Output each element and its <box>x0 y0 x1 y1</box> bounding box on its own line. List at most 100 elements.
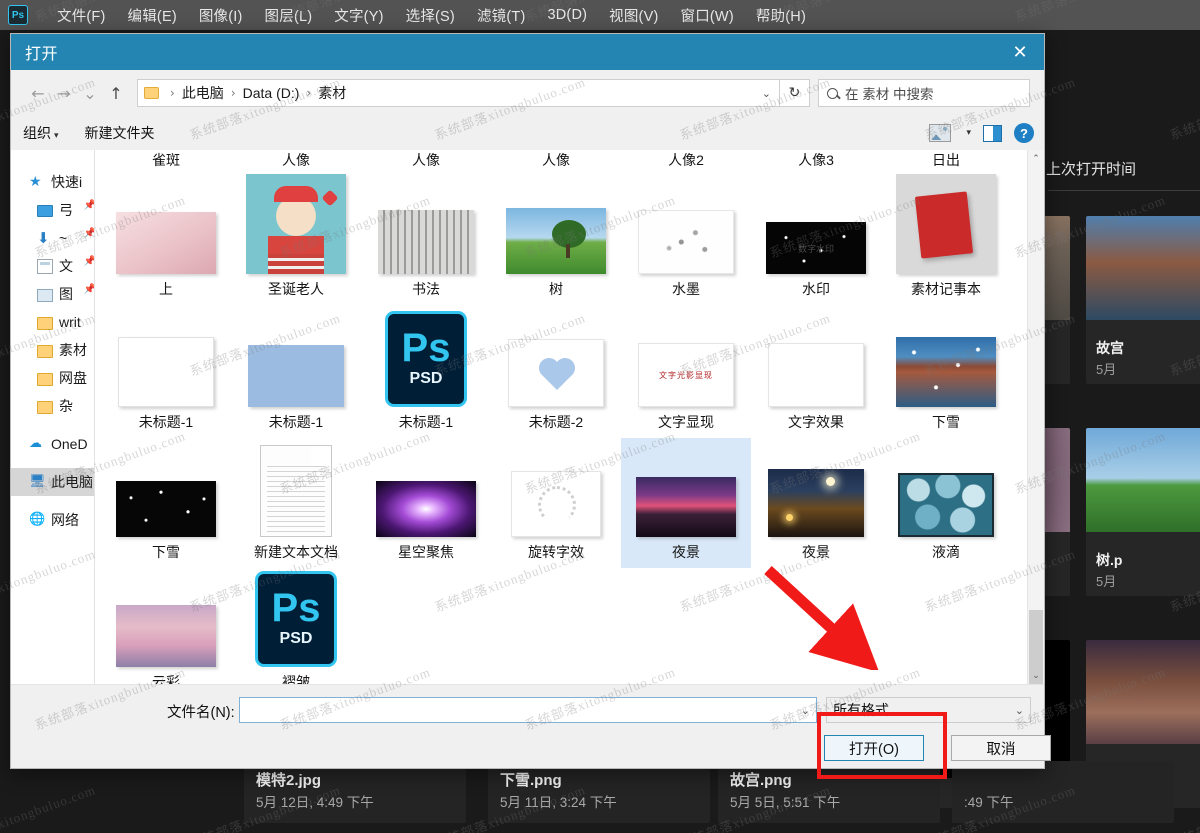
menu-item-layer[interactable]: 图层(L) <box>254 5 324 26</box>
file-thumbnail-wrap: 文字光影显现 <box>621 343 751 407</box>
menu-item-window[interactable]: 窗口(W) <box>670 5 745 26</box>
chevron-down-icon[interactable]: ▾ <box>966 128 971 138</box>
file-item-selected[interactable]: 夜景 <box>621 438 751 568</box>
up-icon[interactable]: ↑ <box>103 80 129 106</box>
sidebar-item-this-pc[interactable]: 🖥 此电脑 <box>11 468 94 496</box>
history-dropdown-icon[interactable]: ⌄ <box>77 80 103 106</box>
menu-item-3d[interactable]: 3D(D) <box>536 7 598 23</box>
new-folder-button[interactable]: 新建文件夹 <box>85 123 155 143</box>
back-icon[interactable]: ← <box>25 80 51 106</box>
file-item[interactable]: 文字效果 <box>751 305 881 438</box>
preview-pane-icon[interactable] <box>983 125 1002 142</box>
recent-strip-card[interactable]: 下雪.png 5月 11日, 3:24 下午 <box>488 761 710 823</box>
file-item[interactable]: 树 <box>491 170 621 305</box>
breadcrumb-folder[interactable]: 素材 <box>318 83 346 103</box>
dialog-title: 打开 <box>25 40 58 64</box>
folder-icon <box>37 373 53 386</box>
file-thumbnail-wrap <box>101 337 231 407</box>
open-button[interactable]: 打开(O) <box>824 735 924 761</box>
sidebar-item-documents[interactable]: 文 📌 <box>11 252 94 280</box>
cancel-button[interactable]: 取消 <box>951 735 1051 761</box>
menu-item-view[interactable]: 视图(V) <box>598 5 669 26</box>
chevron-down-icon[interactable]: ⌄ <box>1015 704 1024 717</box>
file-thumbnail-wrap <box>621 210 751 274</box>
recent-card[interactable]: 故宫 5月 <box>1086 216 1200 384</box>
menu-item-help[interactable]: 帮助(H) <box>745 5 817 26</box>
psd-file-icon: Ps PSD <box>255 571 337 667</box>
chevron-down-icon[interactable]: ⌄ <box>801 704 810 717</box>
breadcrumb-drive[interactable]: Data (D:) <box>243 85 300 101</box>
sidebar-item-onedrive[interactable]: ☁ OneD <box>11 430 94 458</box>
filename-input[interactable]: ⌄ <box>239 697 817 723</box>
dialog-title-bar: 打开 ✕ <box>11 34 1044 70</box>
sidebar-item-quick-access[interactable]: ★ 快速i <box>11 168 94 196</box>
file-item[interactable]: 未标题-2 <box>491 305 621 438</box>
sidebar-item-desktop[interactable]: 弓 📌 <box>11 196 94 224</box>
file-item[interactable]: 文字光影显现 文字显现 <box>621 305 751 438</box>
file-item[interactable]: 水墨 <box>621 170 751 305</box>
recent-strip-card[interactable]: :49 下午 <box>952 761 1174 823</box>
refresh-icon[interactable]: ↻ <box>780 79 810 107</box>
file-item[interactable]: 旋转字效 <box>491 438 621 568</box>
file-item[interactable]: 未标题-1 <box>231 305 361 438</box>
recent-card-date: 5月 <box>1096 571 1116 590</box>
view-options-icon[interactable] <box>929 124 951 142</box>
menu-item-edit[interactable]: 编辑(E) <box>117 5 188 26</box>
file-item[interactable]: 书法 <box>361 170 491 305</box>
file-item[interactable]: 下雪 <box>101 438 231 568</box>
help-icon[interactable]: ? <box>1014 123 1034 143</box>
sidebar-item-za[interactable]: 杂 <box>11 392 94 420</box>
clipped-label-cell: 雀斑 <box>101 150 231 170</box>
file-item[interactable]: 未标题-1 <box>101 305 231 438</box>
text-document-icon <box>260 445 332 537</box>
file-item[interactable]: 液滴 <box>881 438 1011 568</box>
recent-strip-card[interactable]: 故宫.png 5月 5日, 5:51 下午 <box>718 761 940 823</box>
scroll-down-icon[interactable]: ⌄ <box>1028 667 1044 684</box>
file-thumbnail-wrap: Ps PSD <box>361 311 491 407</box>
file-item[interactable]: 云彩 <box>101 568 231 684</box>
file-grid-row: 下雪 新建文本文档 <box>101 438 1021 568</box>
file-item[interactable]: 夜景 <box>751 438 881 568</box>
file-item[interactable]: 上 <box>101 170 231 305</box>
file-name: 未标题-1 <box>269 412 323 432</box>
scroll-up-icon[interactable]: ⌃ <box>1028 150 1044 167</box>
file-list-scrollbar[interactable]: ⌃ ⌄ <box>1027 150 1044 684</box>
close-icon[interactable]: ✕ <box>996 34 1044 70</box>
organize-button[interactable]: 组织▾ <box>23 123 59 143</box>
forward-icon[interactable]: → <box>51 80 77 106</box>
file-item-empty <box>491 568 621 684</box>
menu-item-type[interactable]: 文字(Y) <box>323 5 394 26</box>
file-item[interactable]: 素材记事本 <box>881 170 1011 305</box>
sidebar-item-pictures[interactable]: 图 📌 <box>11 280 94 308</box>
file-item[interactable]: 圣诞老人 <box>231 170 361 305</box>
menu-item-file[interactable]: 文件(F) <box>46 5 117 26</box>
file-format-filter-select[interactable]: 所有格式 ⌄ <box>826 697 1031 723</box>
file-item[interactable]: 下雪 <box>881 305 1011 438</box>
sidebar-item-sucai[interactable]: 素材 <box>11 336 94 364</box>
file-name: 人像 <box>282 150 310 170</box>
file-grid-row: 上 圣诞老人 <box>101 170 1021 305</box>
menu-item-image[interactable]: 图像(I) <box>188 5 254 26</box>
folder-icon <box>37 317 53 330</box>
file-list-pane[interactable]: 雀斑 人像 人像 人像 人像2 人像3 日出 上 <box>95 150 1044 684</box>
recent-strip-card[interactable]: 模特2.jpg 5月 12日, 4:49 下午 <box>244 761 466 823</box>
file-item[interactable]: 星空聚焦 <box>361 438 491 568</box>
sidebar-item-wangpan[interactable]: 网盘 <box>11 364 94 392</box>
file-item[interactable]: Ps PSD 褶皱 <box>231 568 361 684</box>
search-input[interactable]: 在 素材 中搜索 <box>818 79 1030 107</box>
file-item[interactable]: Ps PSD 未标题-1 <box>361 305 491 438</box>
recent-card[interactable]: 树.p 5月 <box>1086 428 1200 596</box>
file-item[interactable]: 数字水印 水印 <box>751 170 881 305</box>
breadcrumb-this-pc[interactable]: 此电脑 <box>182 83 224 103</box>
chevron-down-icon[interactable]: ⌄ <box>762 87 771 100</box>
file-thumbnail-notebook <box>896 174 996 274</box>
menu-item-select[interactable]: 选择(S) <box>395 5 466 26</box>
sidebar-item-network[interactable]: 🌐 网络 <box>11 506 94 534</box>
file-item[interactable]: 新建文本文档 <box>231 438 361 568</box>
sidebar-item-downloads[interactable]: ⬇ ~ 📌 <box>11 224 94 252</box>
breadcrumb[interactable]: › 此电脑 › Data (D:) › 素材 ⌄ <box>137 79 780 107</box>
file-name: 文字显现 <box>658 412 714 432</box>
sidebar-item-writ[interactable]: writ <box>11 308 94 336</box>
sort-value[interactable]: 上次打开时间 <box>1046 161 1136 178</box>
menu-item-filter[interactable]: 滤镜(T) <box>466 5 537 26</box>
